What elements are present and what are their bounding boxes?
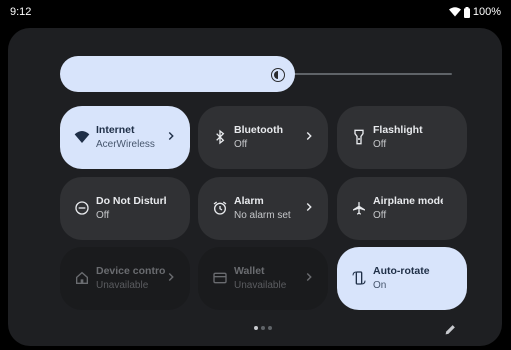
tile-label: Device controls [96,265,166,277]
page-dot[interactable] [268,326,272,330]
wifi-icon [74,129,90,145]
tile-label: Flashlight [373,124,423,136]
tile-label: Do Not Disturb [96,195,166,207]
chevron-right-icon[interactable] [164,270,178,284]
battery-icon [463,6,470,18]
edit-icon[interactable] [444,323,457,336]
page-indicator[interactable] [254,326,272,330]
status-icons: 100% [448,6,501,18]
status-bar: 9:12 100% [10,6,501,20]
tile-status: On [373,280,387,291]
home-icon [74,270,90,286]
brightness-slider[interactable] [60,56,452,92]
tile-internet[interactable]: Internet AcerWireless [60,106,190,169]
brightness-icon[interactable] [271,68,285,82]
wallet-icon [212,270,228,286]
alarm-icon [212,200,228,216]
tile-status: Off [373,139,387,150]
tile-bluetooth[interactable]: Bluetooth Off [198,106,328,169]
airplane-icon [351,200,367,216]
tile-status: No alarm set [234,210,291,221]
tile-label: Airplane mode [373,195,443,207]
tile-label: Wallet [234,265,265,277]
tile-status: Off [234,139,248,150]
status-time: 9:12 [10,6,32,18]
tile-status: Off [96,210,110,221]
do-not-disturb-icon [74,200,90,216]
tile-wallet[interactable]: Wallet Unavailable [198,247,328,310]
tile-label: Bluetooth [234,124,283,136]
auto-rotate-icon [351,270,367,286]
tile-status: Off [373,210,387,221]
wifi-signal-icon [448,7,461,17]
tile-auto-rotate[interactable]: Auto-rotate On [337,247,467,310]
tile-status: AcerWireless [96,139,155,150]
tile-label: Internet [96,124,135,136]
tile-label: Alarm [234,195,264,207]
chevron-right-icon[interactable] [302,200,316,214]
chevron-right-icon[interactable] [302,129,316,143]
tile-device-controls[interactable]: Device controls Unavailable [60,247,190,310]
page-dot[interactable] [254,326,258,330]
chevron-right-icon[interactable] [302,270,316,284]
tile-airplane-mode[interactable]: Airplane mode Off [337,177,467,240]
page-dot[interactable] [261,326,265,330]
chevron-right-icon[interactable] [164,129,178,143]
tile-do-not-disturb[interactable]: Do Not Disturb Off [60,177,190,240]
tile-alarm[interactable]: Alarm No alarm set [198,177,328,240]
tile-flashlight[interactable]: Flashlight Off [337,106,467,169]
tile-status: Unavailable [96,280,149,291]
bluetooth-icon [212,129,228,145]
tile-label: Auto-rotate [373,265,430,277]
brightness-fill [60,56,295,92]
battery-percent: 100% [472,6,501,18]
tile-status: Unavailable [234,280,287,291]
flashlight-icon [351,129,367,145]
